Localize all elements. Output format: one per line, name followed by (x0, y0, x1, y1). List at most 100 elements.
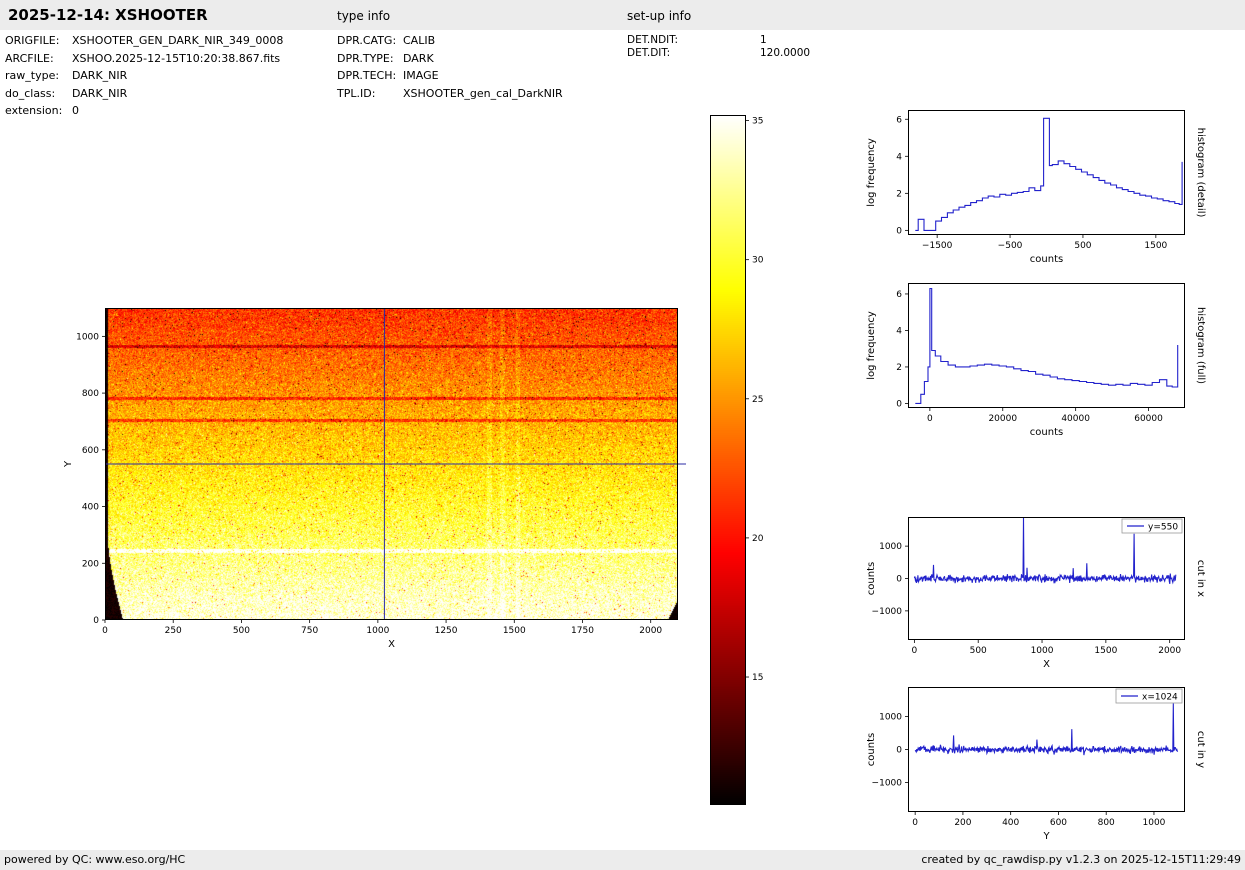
svg-text:X: X (1043, 659, 1050, 670)
svg-text:35: 35 (752, 117, 763, 127)
meta-value: 0 (72, 104, 79, 117)
footer-created-by: created by qc_rawdisp.py v1.2.3 on 2025-… (921, 853, 1241, 866)
svg-text:600: 600 (1050, 818, 1067, 828)
meta-value: XSHOOTER_gen_cal_DarkNIR (403, 87, 563, 100)
svg-text:400: 400 (1002, 818, 1019, 828)
svg-text:0: 0 (912, 818, 918, 828)
meta-label: extension: (5, 104, 72, 117)
meta-value: CALIB (403, 34, 435, 47)
svg-text:Y: Y (1042, 831, 1050, 842)
svg-text:500: 500 (970, 646, 987, 656)
meta-row: DPR.TECH:IMAGE (337, 69, 563, 87)
svg-text:X: X (388, 639, 395, 650)
header-bar: 2025-12-14: XSHOOTER type info set-up in… (0, 0, 1245, 30)
meta-label: ARCFILE: (5, 52, 72, 65)
qc-report-page: 2025-12-14: XSHOOTER type info set-up in… (0, 0, 1245, 870)
svg-text:60000: 60000 (1134, 414, 1163, 424)
meta-row: DET.NDIT:1 (627, 34, 810, 47)
svg-text:40000: 40000 (1061, 414, 1090, 424)
svg-text:1000: 1000 (76, 332, 99, 342)
svg-text:4: 4 (896, 326, 902, 336)
meta-value: 120.0000 (760, 47, 810, 59)
svg-text:−1000: −1000 (872, 607, 903, 617)
svg-text:0: 0 (896, 399, 902, 409)
svg-text:800: 800 (1098, 818, 1115, 828)
page-title: 2025-12-14: XSHOOTER (8, 6, 208, 24)
type-info-block: DPR.CATG:CALIB DPR.TYPE:DARK DPR.TECH:IM… (337, 34, 563, 104)
svg-text:500: 500 (233, 626, 250, 636)
svg-text:20: 20 (752, 534, 764, 544)
meta-label: DET.DIT: (627, 47, 760, 59)
svg-text:4: 4 (896, 152, 902, 162)
setup-info-block: DET.NDIT:1 DET.DIT:120.0000 (627, 34, 810, 59)
file-info-block: ORIGFILE:XSHOOTER_GEN_DARK_NIR_349_0008 … (5, 34, 283, 122)
meta-row: do_class:DARK_NIR (5, 87, 283, 105)
svg-text:counts: counts (866, 733, 877, 766)
raw-image-plot: 0250500750100012501500175020000200400600… (105, 308, 678, 620)
svg-text:25: 25 (752, 395, 763, 405)
svg-text:0: 0 (93, 616, 99, 626)
svg-text:500: 500 (1074, 241, 1091, 251)
svg-text:counts: counts (866, 562, 877, 595)
svg-text:histogram (full): histogram (full) (1195, 307, 1206, 384)
svg-text:1500: 1500 (1144, 241, 1167, 251)
svg-text:2: 2 (896, 363, 902, 373)
svg-text:1000: 1000 (879, 542, 902, 552)
meta-row: DPR.CATG:CALIB (337, 34, 563, 52)
svg-text:600: 600 (82, 446, 99, 456)
footer-credit-qc: powered by QC: www.eso.org/HC (4, 853, 185, 866)
meta-label: DPR.TECH: (337, 69, 403, 82)
setup-info-heading: set-up info (627, 9, 691, 23)
meta-label: TPL.ID: (337, 87, 403, 100)
svg-text:0: 0 (912, 646, 918, 656)
svg-text:−500: −500 (998, 241, 1023, 251)
svg-text:0: 0 (102, 626, 108, 636)
svg-text:y=550: y=550 (1148, 523, 1178, 533)
meta-value: DARK_NIR (72, 87, 127, 100)
svg-text:2000: 2000 (639, 626, 662, 636)
cut-in-y-plot: 02004006008001000−100001000Ycountscut in… (908, 687, 1185, 812)
meta-value: DARK_NIR (72, 69, 127, 82)
svg-text:2000: 2000 (1158, 646, 1181, 656)
svg-text:1250: 1250 (435, 626, 458, 636)
colorbar: 1520253035 (710, 115, 746, 805)
svg-text:−1000: −1000 (872, 778, 903, 788)
meta-row: extension:0 (5, 104, 283, 122)
meta-label: ORIGFILE: (5, 34, 72, 47)
svg-text:0: 0 (896, 226, 902, 236)
meta-value: IMAGE (403, 69, 439, 82)
svg-text:1000: 1000 (1031, 646, 1054, 656)
meta-row: DET.DIT:120.0000 (627, 47, 810, 60)
svg-text:1000: 1000 (879, 713, 902, 723)
svg-text:1500: 1500 (1094, 646, 1117, 656)
cut-in-x-plot: 0500100015002000−100001000Xcountscut in … (908, 517, 1185, 640)
svg-text:1500: 1500 (503, 626, 526, 636)
meta-row: ORIGFILE:XSHOOTER_GEN_DARK_NIR_349_0008 (5, 34, 283, 52)
svg-text:200: 200 (82, 559, 99, 569)
svg-text:0: 0 (896, 575, 902, 585)
svg-text:15: 15 (752, 673, 763, 683)
svg-text:250: 250 (165, 626, 182, 636)
svg-text:x=1024: x=1024 (1142, 693, 1178, 703)
meta-row: ARCFILE:XSHOO.2025-12-15T10:20:38.867.fi… (5, 52, 283, 70)
svg-text:log frequency: log frequency (866, 311, 877, 380)
svg-text:30: 30 (752, 256, 764, 266)
svg-text:0: 0 (896, 746, 902, 756)
meta-value: DARK (403, 52, 434, 65)
meta-row: raw_type:DARK_NIR (5, 69, 283, 87)
histogram-full-plot: 02000040000600000246countslog frequencyh… (908, 283, 1185, 408)
meta-label: DET.NDIT: (627, 34, 760, 46)
svg-text:1000: 1000 (1143, 818, 1166, 828)
meta-value: 1 (760, 34, 767, 46)
svg-text:0: 0 (927, 414, 933, 424)
meta-row: TPL.ID:XSHOOTER_gen_cal_DarkNIR (337, 87, 563, 105)
svg-text:cut in x: cut in x (1195, 560, 1206, 597)
type-info-heading: type info (337, 9, 390, 23)
svg-text:Y: Y (63, 460, 74, 468)
meta-label: DPR.CATG: (337, 34, 403, 47)
svg-text:2: 2 (896, 189, 902, 199)
histogram-detail-plot: −1500−50050015000246countslog frequencyh… (908, 110, 1185, 235)
meta-value: XSHOO.2025-12-15T10:20:38.867.fits (72, 52, 280, 65)
svg-text:20000: 20000 (988, 414, 1017, 424)
svg-text:6: 6 (896, 115, 902, 125)
